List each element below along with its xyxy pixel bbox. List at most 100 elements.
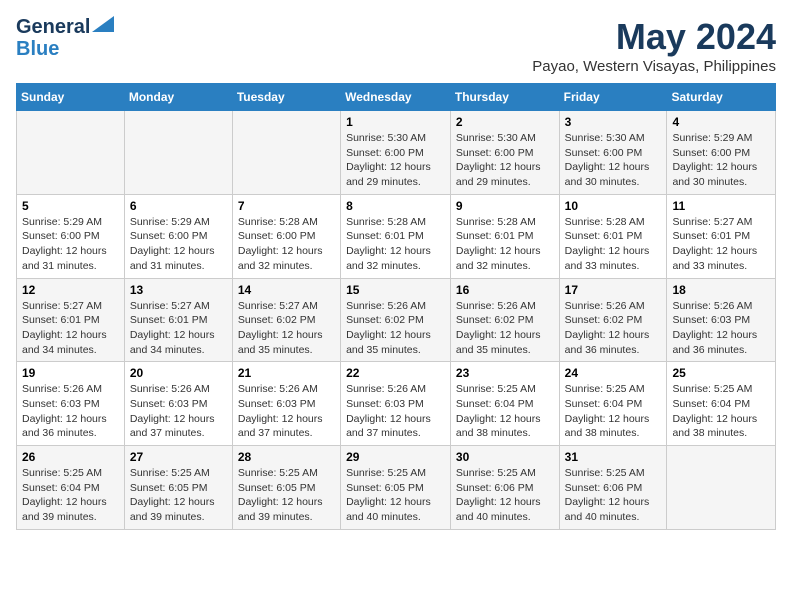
calendar-week-4: 19 Sunrise: 5:26 AMSunset: 6:03 PMDayligh… [17, 362, 776, 446]
day-number: 25 [672, 366, 770, 380]
calendar-table: SundayMondayTuesdayWednesdayThursdayFrid… [16, 83, 776, 530]
day-info: Sunrise: 5:27 AMSunset: 6:01 PMDaylight:… [672, 215, 770, 274]
day-info: Sunrise: 5:28 AMSunset: 6:00 PMDaylight:… [238, 215, 335, 274]
calendar-cell: 8 Sunrise: 5:28 AMSunset: 6:01 PMDaylight… [341, 194, 451, 278]
calendar-cell [124, 111, 232, 195]
calendar-cell: 29Sunrise: 5:25 AMSunset: 6:05 PMDayligh… [341, 446, 451, 530]
day-info: Sunrise: 5:25 AMSunset: 6:04 PMDaylight:… [672, 382, 770, 441]
day-info: Sunrise: 5:25 AMSunset: 6:06 PMDaylight:… [565, 466, 662, 525]
calendar-cell: 26 Sunrise: 5:25 AMSunset: 6:04 PMDayligh… [17, 446, 125, 530]
calendar-cell: 18 Sunrise: 5:26 AMSunset: 6:03 PMDayligh… [667, 278, 776, 362]
day-number: 17 [565, 283, 662, 297]
day-number: 10 [565, 199, 662, 213]
day-info: Sunrise: 5:29 AMSunset: 6:00 PMDaylight:… [130, 215, 227, 274]
logo-blue: Blue [16, 38, 59, 60]
day-info: Sunrise: 5:25 AMSunset: 6:05 PMDaylight:… [130, 466, 227, 525]
calendar-cell [232, 111, 340, 195]
calendar-cell: 13 Sunrise: 5:27 AMSunset: 6:01 PMDayligh… [124, 278, 232, 362]
day-number: 23 [456, 366, 554, 380]
logo-icon [92, 16, 114, 32]
calendar-cell: 14Sunrise: 5:27 AMSunset: 6:02 PMDayligh… [232, 278, 340, 362]
day-info: Sunrise: 5:29 AMSunset: 6:00 PMDaylight:… [22, 215, 119, 274]
header-wednesday: Wednesday [341, 84, 451, 111]
day-number: 18 [672, 283, 770, 297]
calendar-cell: 25 Sunrise: 5:25 AMSunset: 6:04 PMDayligh… [667, 362, 776, 446]
calendar-cell: 28 Sunrise: 5:25 AMSunset: 6:05 PMDayligh… [232, 446, 340, 530]
calendar-cell: 30 Sunrise: 5:25 AMSunset: 6:06 PMDayligh… [450, 446, 559, 530]
day-number: 9 [456, 199, 554, 213]
day-number: 24 [565, 366, 662, 380]
day-number: 13 [130, 283, 227, 297]
day-info: Sunrise: 5:25 AMSunset: 6:06 PMDaylight:… [456, 466, 554, 525]
day-info: Sunrise: 5:26 AMSunset: 6:03 PMDaylight:… [346, 382, 445, 441]
calendar-cell: 3Sunrise: 5:30 AMSunset: 6:00 PMDaylight… [559, 111, 667, 195]
day-info: Sunrise: 5:27 AMSunset: 6:01 PMDaylight:… [22, 299, 119, 358]
day-info: Sunrise: 5:30 AMSunset: 6:00 PMDaylight:… [456, 131, 554, 190]
calendar-cell: 1Sunrise: 5:30 AMSunset: 6:00 PMDaylight… [341, 111, 451, 195]
day-number: 16 [456, 283, 554, 297]
calendar-cell: 7 Sunrise: 5:28 AMSunset: 6:00 PMDaylight… [232, 194, 340, 278]
header-saturday: Saturday [667, 84, 776, 111]
day-info: Sunrise: 5:26 AMSunset: 6:03 PMDaylight:… [22, 382, 119, 441]
calendar-cell [667, 446, 776, 530]
calendar-cell: 5Sunrise: 5:29 AMSunset: 6:00 PMDaylight… [17, 194, 125, 278]
logo-general: General [16, 16, 90, 38]
day-info: Sunrise: 5:26 AMSunset: 6:03 PMDaylight:… [130, 382, 227, 441]
calendar-cell: 12 Sunrise: 5:27 AMSunset: 6:01 PMDayligh… [17, 278, 125, 362]
day-number: 31 [565, 450, 662, 464]
day-info: Sunrise: 5:28 AMSunset: 6:01 PMDaylight:… [346, 215, 445, 274]
calendar-cell: 4 Sunrise: 5:29 AMSunset: 6:00 PMDaylight… [667, 111, 776, 195]
day-number: 14 [238, 283, 335, 297]
calendar-week-5: 26 Sunrise: 5:25 AMSunset: 6:04 PMDayligh… [17, 446, 776, 530]
calendar-cell: 20 Sunrise: 5:26 AMSunset: 6:03 PMDayligh… [124, 362, 232, 446]
day-number: 1 [346, 115, 445, 129]
day-number: 6 [130, 199, 227, 213]
day-number: 2 [456, 115, 554, 129]
calendar-week-1: 1 Sunrise: 5:30 AMSunset: 6:00 PMDaylight… [17, 111, 776, 195]
day-number: 4 [672, 115, 770, 129]
day-number: 7 [238, 199, 335, 213]
header-sunday: Sunday [17, 84, 125, 111]
header-thursday: Thursday [450, 84, 559, 111]
calendar-cell: 23Sunrise: 5:25 AMSunset: 6:04 PMDayligh… [450, 362, 559, 446]
day-number: 28 [238, 450, 335, 464]
day-info: Sunrise: 5:30 AMSunset: 6:00 PMDaylight:… [565, 131, 662, 190]
logo: General Blue [16, 16, 114, 60]
title-area: May 2024 Payao, Western Visayas, Philipp… [532, 16, 776, 75]
calendar-cell: 31 Sunrise: 5:25 AMSunset: 6:06 PMDayligh… [559, 446, 667, 530]
calendar-cell: 2 Sunrise: 5:30 AMSunset: 6:00 PMDaylight… [450, 111, 559, 195]
day-info: Sunrise: 5:26 AMSunset: 6:03 PMDaylight:… [672, 299, 770, 358]
day-number: 19 [22, 366, 119, 380]
calendar-cell: 16 Sunrise: 5:26 AMSunset: 6:02 PMDayligh… [450, 278, 559, 362]
calendar-cell: 11 Sunrise: 5:27 AMSunset: 6:01 PMDayligh… [667, 194, 776, 278]
day-number: 20 [130, 366, 227, 380]
calendar-cell: 10 Sunrise: 5:28 AMSunset: 6:01 PMDayligh… [559, 194, 667, 278]
day-info: Sunrise: 5:26 AMSunset: 6:02 PMDaylight:… [456, 299, 554, 358]
day-info: Sunrise: 5:26 AMSunset: 6:02 PMDaylight:… [565, 299, 662, 358]
day-number: 11 [672, 199, 770, 213]
day-number: 22 [346, 366, 445, 380]
day-number: 15 [346, 283, 445, 297]
day-number: 30 [456, 450, 554, 464]
header-friday: Friday [559, 84, 667, 111]
day-info: Sunrise: 5:28 AMSunset: 6:01 PMDaylight:… [456, 215, 554, 274]
day-number: 27 [130, 450, 227, 464]
day-info: Sunrise: 5:25 AMSunset: 6:04 PMDaylight:… [22, 466, 119, 525]
calendar-cell: 19 Sunrise: 5:26 AMSunset: 6:03 PMDayligh… [17, 362, 125, 446]
day-number: 21 [238, 366, 335, 380]
calendar-cell [17, 111, 125, 195]
day-info: Sunrise: 5:29 AMSunset: 6:00 PMDaylight:… [672, 131, 770, 190]
day-number: 8 [346, 199, 445, 213]
day-info: Sunrise: 5:28 AMSunset: 6:01 PMDaylight:… [565, 215, 662, 274]
day-info: Sunrise: 5:27 AMSunset: 6:01 PMDaylight:… [130, 299, 227, 358]
day-number: 26 [22, 450, 119, 464]
calendar-cell: 6 Sunrise: 5:29 AMSunset: 6:00 PMDaylight… [124, 194, 232, 278]
day-number: 12 [22, 283, 119, 297]
calendar-cell: 17 Sunrise: 5:26 AMSunset: 6:02 PMDayligh… [559, 278, 667, 362]
header-tuesday: Tuesday [232, 84, 340, 111]
day-info: Sunrise: 5:25 AMSunset: 6:05 PMDaylight:… [238, 466, 335, 525]
calendar-cell: 9 Sunrise: 5:28 AMSunset: 6:01 PMDaylight… [450, 194, 559, 278]
calendar-week-2: 5Sunrise: 5:29 AMSunset: 6:00 PMDaylight… [17, 194, 776, 278]
calendar-week-3: 12 Sunrise: 5:27 AMSunset: 6:01 PMDayligh… [17, 278, 776, 362]
header: General Blue May 2024 Payao, Western Vis… [16, 16, 776, 75]
